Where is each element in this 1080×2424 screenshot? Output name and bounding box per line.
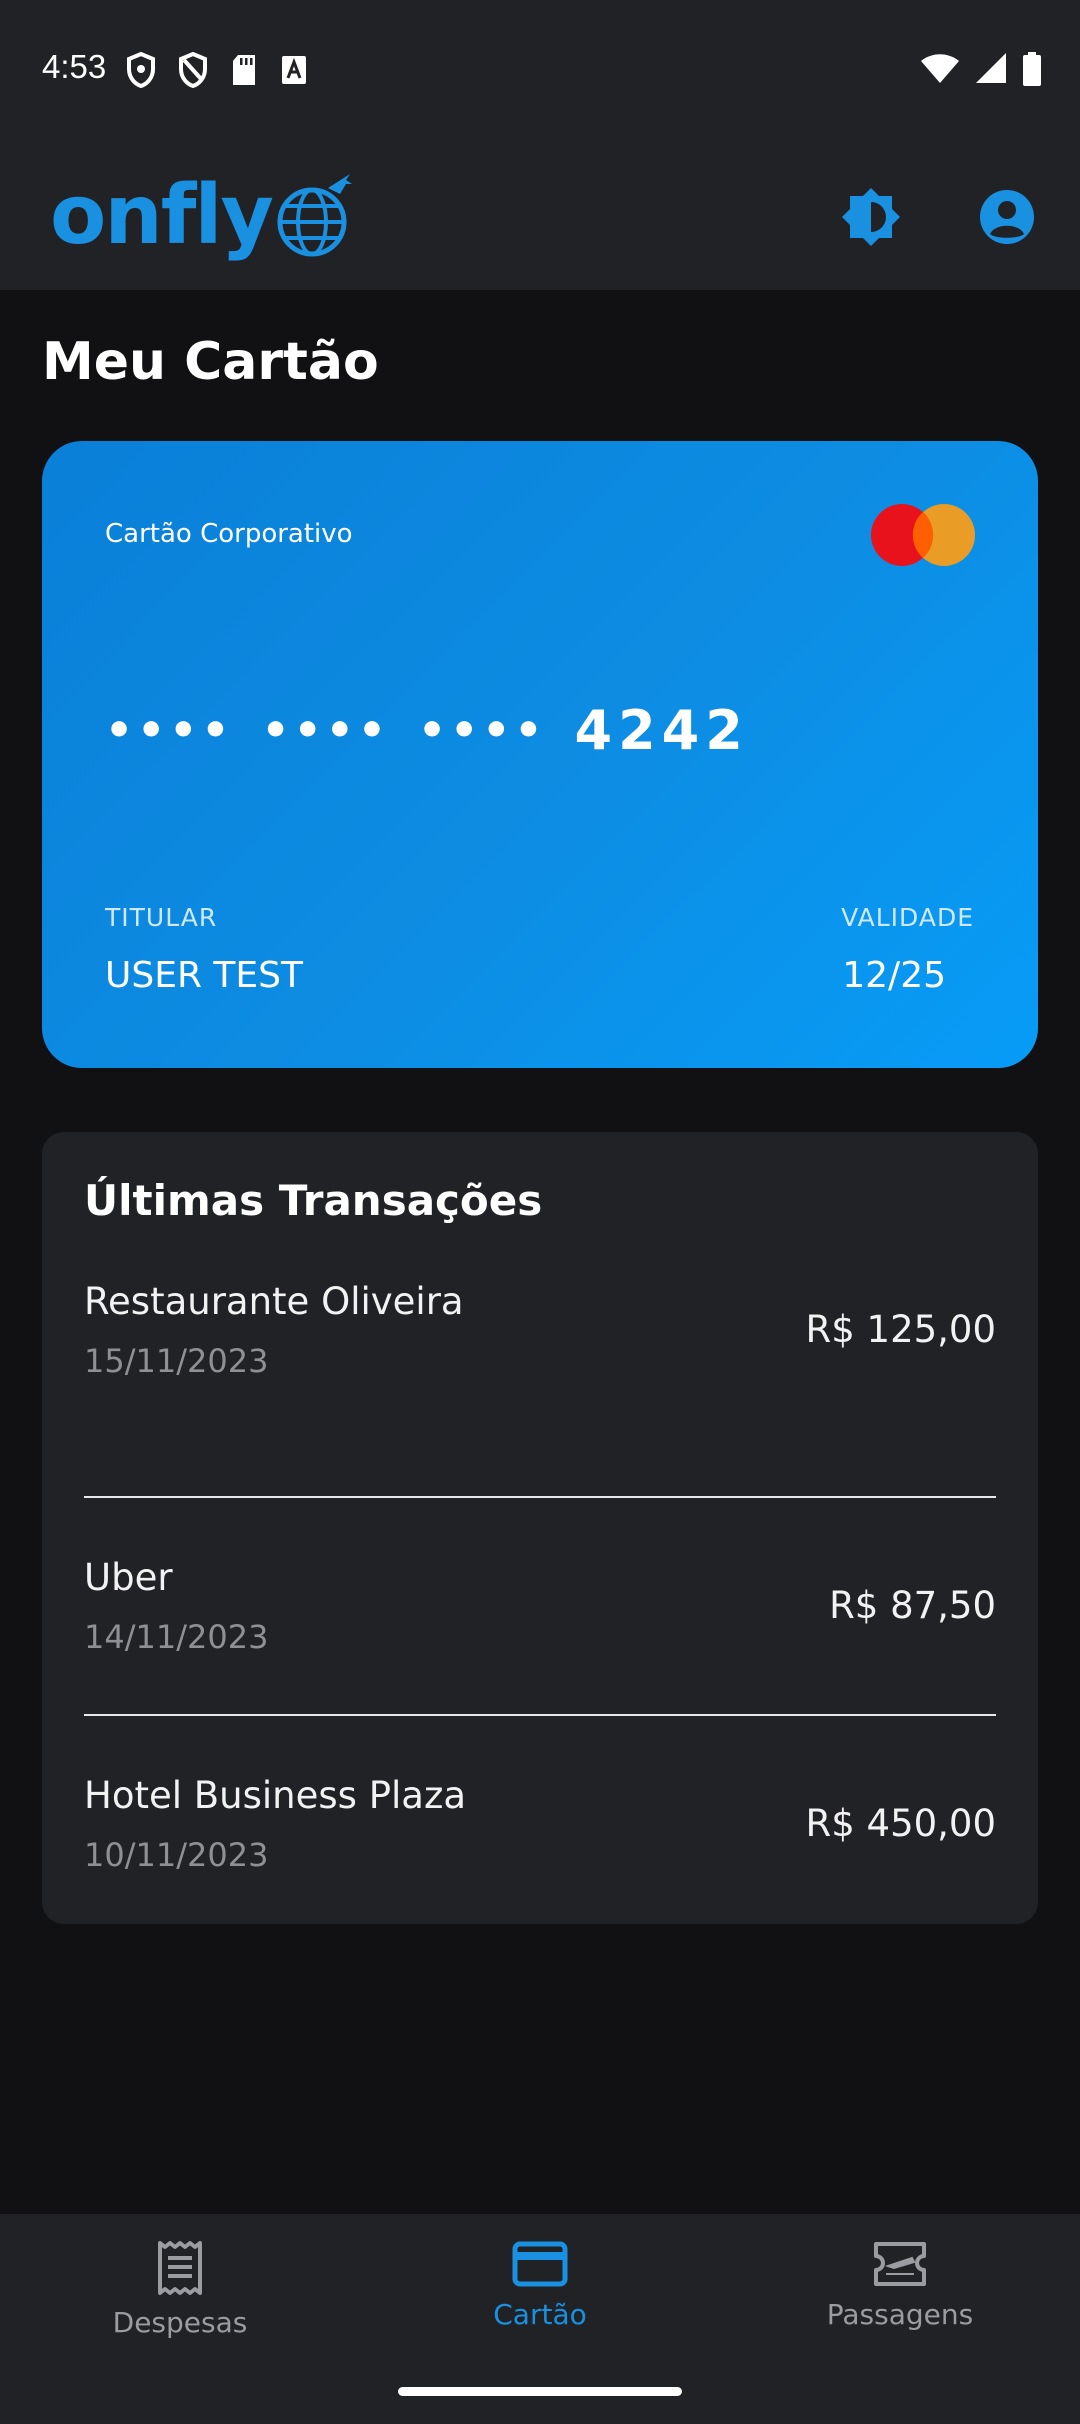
- nav-label-passagens: Passagens: [826, 2298, 974, 2331]
- status-icons-left: [126, 52, 308, 88]
- onfly-logo: onfly: [50, 166, 354, 266]
- home-indicator[interactable]: [398, 2387, 682, 2396]
- shield-off-icon: [178, 52, 208, 88]
- battery-icon: [1022, 52, 1042, 90]
- nav-item-cartao[interactable]: Cartão: [420, 2240, 660, 2331]
- theme-toggle-button[interactable]: [838, 186, 904, 252]
- status-icons-right: [920, 52, 1042, 90]
- app-header: onfly: [0, 142, 1080, 290]
- nav-label-cartao: Cartão: [493, 2298, 587, 2331]
- validity-value: 12/25: [842, 955, 946, 996]
- transaction-date: 10/11/2023: [84, 1836, 269, 1874]
- transaction-name: Restaurante Oliveira: [84, 1280, 464, 1323]
- sd-card-icon: [230, 53, 258, 87]
- holder-label: TITULAR: [105, 903, 218, 932]
- masked-group: ••••: [105, 705, 234, 756]
- transaction-name: Hotel Business Plaza: [84, 1774, 467, 1817]
- transaction-item[interactable]: Restaurante Oliveira 15/11/2023 R$ 125,0…: [84, 1280, 996, 1498]
- transaction-item[interactable]: Hotel Business Plaza 10/11/2023 R$ 450,0…: [84, 1716, 996, 1934]
- status-bar: 4:53: [0, 0, 1080, 142]
- transaction-item[interactable]: Uber 14/11/2023 R$ 87,50: [84, 1498, 996, 1716]
- receipt-icon: [154, 2240, 206, 2300]
- holder-name: USER TEST: [105, 955, 303, 996]
- page-title: Meu Cartão: [42, 332, 379, 392]
- brightness-icon: [840, 186, 902, 252]
- transactions-list: Restaurante Oliveira 15/11/2023 R$ 125,0…: [84, 1280, 996, 1934]
- nav-item-despesas[interactable]: Despesas: [60, 2240, 300, 2339]
- transactions-panel: Últimas Transações Restaurante Oliveira …: [42, 1132, 1038, 1924]
- signal-icon: [974, 53, 1008, 89]
- validity-label: VALIDADE: [841, 903, 974, 932]
- wifi-icon: [920, 53, 960, 89]
- transaction-amount: R$ 125,00: [805, 1308, 996, 1351]
- transaction-amount: R$ 450,00: [805, 1802, 996, 1845]
- transactions-title: Últimas Transações: [84, 1176, 543, 1225]
- nav-label-despesas: Despesas: [112, 2306, 248, 2339]
- shield-icon: [126, 52, 156, 88]
- transaction-name: Uber: [84, 1556, 173, 1599]
- transaction-amount: R$ 87,50: [829, 1584, 996, 1627]
- transaction-date: 14/11/2023: [84, 1618, 269, 1656]
- mastercard-logo: [870, 503, 976, 567]
- flight-ticket-icon: [872, 2240, 928, 2292]
- masked-group: ••••: [261, 705, 390, 756]
- globe-plane-icon: [274, 170, 354, 268]
- account-circle-icon: [979, 189, 1035, 249]
- logo-text: onfly: [50, 168, 274, 263]
- card-number: •••• •••• •••• 4242: [105, 699, 749, 762]
- transaction-date: 15/11/2023: [84, 1342, 269, 1380]
- credit-card-icon: [512, 2240, 568, 2292]
- masked-group: ••••: [418, 705, 547, 756]
- status-time: 4:53: [42, 48, 107, 85]
- corporate-card[interactable]: Cartão Corporativo •••• •••• •••• 4242 T…: [42, 441, 1038, 1068]
- nav-item-passagens[interactable]: Passagens: [780, 2240, 1020, 2331]
- account-button[interactable]: [974, 186, 1040, 252]
- font-icon: [280, 54, 308, 86]
- card-last4: 4242: [574, 699, 749, 762]
- card-label: Cartão Corporativo: [105, 519, 353, 549]
